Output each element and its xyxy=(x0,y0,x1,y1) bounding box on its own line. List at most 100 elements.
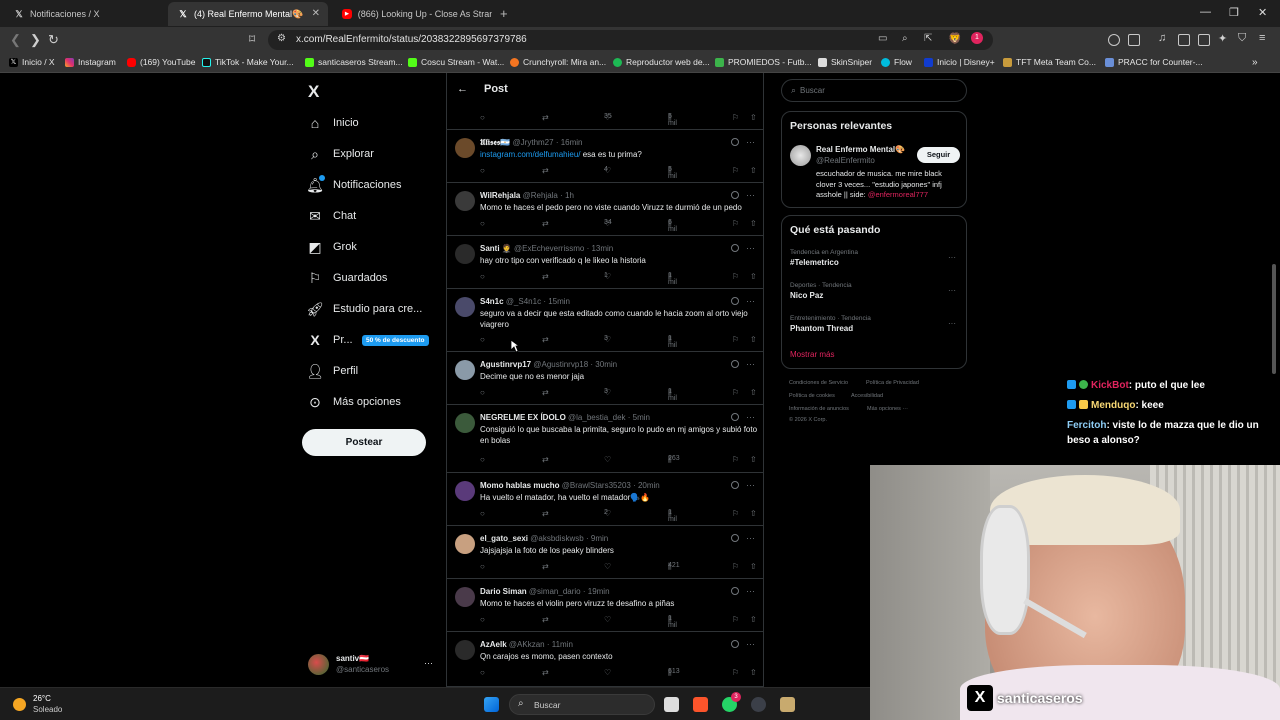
task-view-icon[interactable] xyxy=(664,697,679,712)
tab-youtube[interactable]: ▶ (866) Looking Up - Close As Strange xyxy=(332,2,492,26)
close-window-icon[interactable]: ✕ xyxy=(1258,6,1267,19)
profile-name[interactable]: Real Enfermo Mental🎨 xyxy=(816,145,905,154)
author-name[interactable]: WilRehjala xyxy=(480,191,520,200)
bookmark-item[interactable]: Coscu Stream - Wat... xyxy=(408,57,504,67)
more-icon[interactable]: ··· xyxy=(746,359,755,369)
tweet-reply[interactable]: 𝖀𝖑𝖎𝖘𝖊𝖘🇦🇷 @Jrythm27 · 16min ··· instagram.c… xyxy=(447,130,763,183)
bookmark-item[interactable]: santicaseros Stream... xyxy=(305,57,403,67)
more-icon[interactable]: ··· xyxy=(746,412,755,422)
avatar[interactable] xyxy=(790,145,811,166)
bookmarks-overflow[interactable]: » xyxy=(1252,57,1258,68)
more-icon[interactable]: ··· xyxy=(746,480,755,490)
address-bar[interactable]: ⚙ x.com/RealEnfermito/status/20383228956… xyxy=(268,30,993,50)
tweet-time[interactable]: · 16min xyxy=(556,138,583,147)
leo-ai-icon[interactable]: ✦ xyxy=(1218,32,1227,45)
sidebar-item-mas-opciones[interactable]: ⊙ Más opciones xyxy=(307,390,401,414)
author-name[interactable]: Momo hablas mucho xyxy=(480,481,560,490)
steam-icon[interactable] xyxy=(751,697,766,712)
trend-item[interactable]: Entretenimiento · Tendencia Phantom Thre… xyxy=(790,315,960,333)
back-icon[interactable]: ❮ xyxy=(10,32,21,48)
minimize-icon[interactable]: — xyxy=(1200,6,1211,18)
trend-more-icon[interactable]: ··· xyxy=(948,319,956,328)
grok-icon[interactable] xyxy=(731,360,739,368)
author-name[interactable]: S4n1c xyxy=(480,297,504,306)
bookmark-item[interactable]: Crunchyroll: Mira an... xyxy=(510,57,606,67)
sidebar-item-inicio[interactable]: ⌂ Inicio xyxy=(307,111,359,135)
avatar[interactable] xyxy=(455,191,475,211)
brave-rewards-badge[interactable]: 1 xyxy=(971,32,983,44)
post-button[interactable]: Postear xyxy=(302,429,426,456)
premium-discount-badge[interactable]: 50 % de descuento xyxy=(362,335,429,346)
bookmark-item[interactable]: 𝕏 Inicio / X xyxy=(9,57,55,67)
brave-shields-icon[interactable]: 🦁 xyxy=(948,32,962,45)
bookmark-item[interactable]: Instagram xyxy=(65,57,116,67)
tweet-reply[interactable]: el_gato_sexi @aksbdiskwsb · 9min ··· Jajsj… xyxy=(447,526,763,579)
tweet-reply[interactable]: Santi 🤵 @ExEcheverrissmo · 13min ··· hay o… xyxy=(447,236,763,289)
tweet-reply[interactable]: Dario Siman @siman_dario · 19min ··· Momo … xyxy=(447,579,763,632)
grok-icon[interactable] xyxy=(731,587,739,595)
music-icon[interactable]: ♫ xyxy=(1158,32,1166,44)
author-name[interactable]: Agustinrvp17 xyxy=(480,360,531,369)
post-timeline[interactable]: ○ ⇄ ♡ 35 ⫼ 5 mil ⚐ ⇧ 𝖀𝖑𝖎𝖘𝖊𝖘🇦🇷 @Jrythm27 · … xyxy=(446,73,764,687)
bookmark-item[interactable]: Flow xyxy=(881,57,912,67)
tweet-reply[interactable]: S4n1c @_S4n1c · 15min ··· seguro va a deci… xyxy=(447,289,763,352)
tweet-time[interactable]: · 30min xyxy=(590,360,617,369)
search-input[interactable]: ⌕ Buscar xyxy=(781,79,967,102)
bookmark-item[interactable]: Reproductor web de... xyxy=(613,57,710,67)
close-tab-icon[interactable]: ✕ xyxy=(312,8,320,19)
more-icon[interactable]: ··· xyxy=(746,296,755,306)
grok-icon[interactable] xyxy=(731,640,739,648)
windows-start-icon[interactable] xyxy=(484,697,499,712)
brave-icon[interactable] xyxy=(693,697,708,712)
tweet-time[interactable]: · 11min xyxy=(547,640,573,649)
footer-link[interactable]: Política de cookies xyxy=(789,393,835,399)
author-name[interactable]: 𝖀𝖑𝖎𝖘𝖊𝖘🇦🇷 xyxy=(480,138,510,147)
page-scrollbar[interactable] xyxy=(1272,264,1276,374)
more-icon[interactable]: ··· xyxy=(746,586,755,596)
menu-icon[interactable]: ≡ xyxy=(1259,32,1265,44)
trend-item[interactable]: Deportes · Tendencia Nico Paz ··· xyxy=(790,282,960,300)
grok-icon[interactable] xyxy=(731,481,739,489)
grok-icon[interactable] xyxy=(731,244,739,252)
tweet-time[interactable]: · 9min xyxy=(586,534,608,543)
bookmark-item[interactable]: TFT Meta Team Co... xyxy=(1003,57,1096,67)
author-name[interactable]: NEGRELME EX ÍDOLO xyxy=(480,413,566,422)
sidebar-item-grok[interactable]: ◩ Grok xyxy=(307,235,356,259)
footer-link[interactable]: Política de Privacidad xyxy=(866,380,919,386)
grok-icon[interactable] xyxy=(731,534,739,542)
sidebar-item-estudio[interactable]: 🚀︎ Estudio para cre... xyxy=(306,297,422,321)
trend-more-icon[interactable]: ··· xyxy=(948,286,956,295)
account-more-icon[interactable]: ··· xyxy=(424,658,433,668)
avatar[interactable] xyxy=(455,138,475,158)
back-arrow-icon[interactable]: ← xyxy=(457,83,468,95)
tweet-reply[interactable]: Agustinrvp17 @Agustinrvp18 · 30min ··· Dec… xyxy=(447,352,763,405)
grok-icon[interactable] xyxy=(731,297,739,305)
more-icon[interactable]: ··· xyxy=(746,639,755,649)
tweet-reply[interactable]: NEGRELME EX ÍDOLO @la_bestia_dek · 5min ·… xyxy=(447,405,763,473)
reload-icon[interactable]: ↻ xyxy=(48,32,59,48)
league-icon[interactable] xyxy=(780,697,795,712)
maximize-icon[interactable]: ❐ xyxy=(1229,6,1239,19)
bookmark-item[interactable]: PROMIEDOS - Futb... xyxy=(715,57,812,67)
bookmark-page-icon[interactable]: ⌑ xyxy=(249,32,255,46)
avatar[interactable] xyxy=(455,481,475,501)
bookmark-item[interactable]: TikTok - Make Your... xyxy=(202,57,294,67)
tweet-reply[interactable]: WilRehjala @Rehjala · 1h ··· Momo te haces… xyxy=(447,183,763,236)
taskbar-search[interactable]: ⌕ Buscar xyxy=(509,694,655,715)
more-icon[interactable]: ··· xyxy=(746,533,755,543)
forward-icon[interactable]: ❯ xyxy=(30,32,41,48)
footer-link[interactable]: Más opciones ··· xyxy=(867,406,908,412)
show-more-link[interactable]: Mostrar más xyxy=(790,350,834,359)
footer-link[interactable]: Accesibilidad xyxy=(851,393,883,399)
trend-item[interactable]: Tendencia en Argentina #Telemetrico ··· xyxy=(790,249,960,267)
avatar[interactable] xyxy=(455,534,475,554)
more-icon[interactable]: ··· xyxy=(746,243,755,253)
weather-temp[interactable]: 26°C xyxy=(33,694,51,703)
wallet-icon[interactable] xyxy=(1198,34,1210,46)
tweet-time[interactable]: · 19min xyxy=(583,587,610,596)
avatar[interactable] xyxy=(455,413,475,433)
x-logo-icon[interactable]: X xyxy=(308,82,319,102)
bookmark-item[interactable]: SkinSniper xyxy=(818,57,872,67)
tweet-time[interactable]: · 5min xyxy=(628,413,650,422)
bookmark-item[interactable]: PRACC for Counter-... xyxy=(1105,57,1203,67)
